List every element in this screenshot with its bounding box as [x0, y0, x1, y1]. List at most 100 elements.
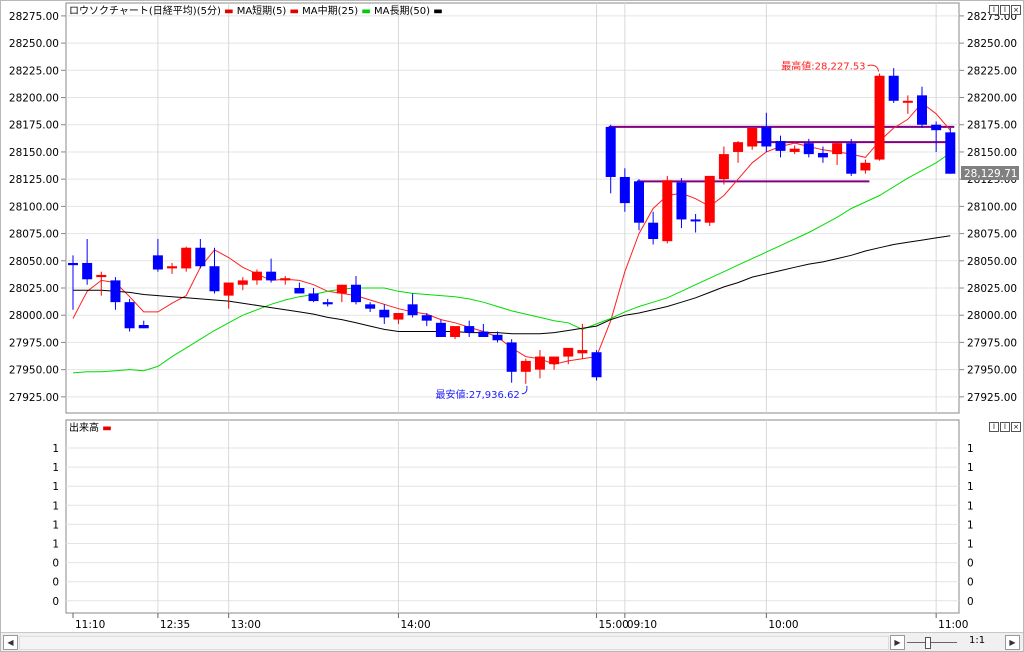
candle-body	[803, 143, 814, 155]
y-tick-label: 28100.00	[9, 201, 59, 213]
volume-tick-label: 1	[52, 481, 59, 493]
volume-legend: 出来高 ▬	[69, 421, 112, 434]
y-tick-label: 28150.00	[967, 147, 1017, 159]
x-tick-label: 13:00	[231, 619, 261, 631]
candle-body	[195, 247, 206, 267]
candle-body	[138, 325, 149, 329]
candle-body	[549, 356, 560, 365]
candle-body	[506, 342, 517, 372]
x-tick-label: 09:10	[627, 619, 657, 631]
candle-body	[124, 302, 135, 329]
candle-body	[605, 126, 616, 177]
candle-body	[747, 127, 758, 147]
zoom-slider-thumb[interactable]	[925, 637, 931, 649]
volume-panel-close[interactable]: ×	[1011, 422, 1021, 432]
candle-body	[789, 148, 800, 152]
candle-body	[676, 182, 687, 220]
candle-body	[478, 331, 489, 337]
candle-body	[817, 153, 828, 158]
candle-body	[775, 141, 786, 151]
x-tick-label: 15:00	[599, 619, 629, 631]
y-tick-label: 28225.00	[967, 65, 1017, 77]
y-tick-label: 28050.00	[967, 256, 1017, 268]
y-tick-label: 27925.00	[9, 392, 59, 404]
volume-panel[interactable]	[65, 419, 960, 614]
y-tick-label: 28000.00	[967, 310, 1017, 322]
candle-body	[336, 284, 347, 294]
y-tick-label: 28200.00	[9, 93, 59, 105]
x-tick-label: 14:00	[400, 619, 430, 631]
candlestick-chart[interactable]: 28275.00 28250.00 28225.00 28200.00 28175.00…	[1, 1, 1023, 632]
legend: ロウソクチャート(日経平均)(5分) ▬ MA短期(5) ▬ MA中期(25) …	[69, 4, 443, 17]
volume-tick-label: 0	[967, 558, 974, 570]
candle-body	[209, 266, 220, 292]
x-tick-label: 11:00	[938, 619, 968, 631]
price-panel-ctl-2[interactable]: l	[1000, 5, 1010, 15]
volume-panel-ctl-2[interactable]: l	[1000, 422, 1010, 432]
candle-body	[251, 271, 262, 281]
candle-body	[435, 322, 446, 337]
scroll-right-button[interactable]: ▶	[890, 635, 905, 650]
volume-title: 出来高	[69, 421, 99, 434]
scroll-end-button[interactable]: ▶	[1005, 635, 1020, 650]
candle-body	[534, 356, 545, 370]
candle-body	[563, 347, 574, 357]
x-tick-label: 12:35	[160, 619, 190, 631]
candle-body	[223, 282, 234, 296]
legend-dot-long: ▬	[361, 6, 374, 17]
zoom-slider[interactable]	[907, 637, 957, 649]
candle-body	[464, 326, 475, 333]
y-tick-label: 28175.00	[967, 120, 1017, 132]
candle-body	[379, 309, 390, 318]
zoom-slider-track	[907, 642, 957, 643]
candle-body	[520, 360, 531, 372]
volume-tick-label: 0	[967, 577, 974, 589]
y-tick-label: 28250.00	[9, 38, 59, 50]
price-panel-ctl-1[interactable]: l	[989, 5, 999, 15]
candle-body	[294, 288, 305, 294]
candle-body	[634, 181, 644, 223]
candle-body	[931, 124, 942, 131]
candle-body	[619, 176, 630, 204]
volume-tick-label: 1	[52, 462, 59, 474]
volume-legend-dot: ▬	[102, 423, 111, 434]
legend-title: ロウソクチャート(日経平均)(5分)	[69, 4, 221, 17]
volume-tick-label: 1	[967, 519, 974, 531]
y-tick-label: 28025.00	[9, 283, 59, 295]
volume-tick-label: 1	[967, 500, 974, 512]
y-tick-label: 27950.00	[9, 365, 59, 377]
candle-body	[761, 126, 772, 147]
y-tick-label: 28075.00	[9, 229, 59, 241]
scroll-left-button[interactable]: ◀	[3, 635, 18, 650]
y-tick-label: 27975.00	[9, 337, 59, 349]
candle-body	[860, 162, 871, 171]
candle-body	[365, 304, 376, 309]
volume-tick-label: 0	[52, 558, 59, 570]
horizontal-scrollbar[interactable]: ◀ ▶ 1:1 ▶	[1, 632, 1023, 651]
legend-dot-extra: ▬	[433, 6, 442, 17]
candle-body	[945, 132, 956, 174]
legend-dot-mid: ▬	[290, 6, 303, 17]
candle-body	[902, 100, 913, 103]
volume-panel-ctl-1[interactable]: l	[989, 422, 999, 432]
candle-body	[266, 271, 277, 281]
candle-body	[237, 280, 248, 285]
volume-tick-label: 1	[52, 519, 59, 531]
candle-body	[648, 222, 659, 240]
candle-body	[110, 280, 121, 303]
volume-axis-right: 1 1 1 1 1 1 0 0 0	[967, 443, 974, 608]
y-tick-label: 27950.00	[967, 365, 1017, 377]
volume-tick-label: 1	[52, 500, 59, 512]
price-panel-close[interactable]: ×	[1011, 5, 1021, 15]
candle-body	[662, 180, 673, 242]
volume-tick-label: 1	[967, 481, 974, 493]
y-tick-label: 28100.00	[967, 201, 1017, 213]
candle-body	[917, 95, 927, 125]
legend-ma-short: MA短期(5)	[237, 4, 287, 17]
scroll-track[interactable]	[19, 636, 889, 650]
candle-body	[152, 255, 163, 270]
candle-body	[181, 247, 192, 269]
candle-body	[450, 326, 461, 337]
zoom-label: 1:1	[969, 635, 986, 646]
candle-body	[577, 350, 588, 354]
